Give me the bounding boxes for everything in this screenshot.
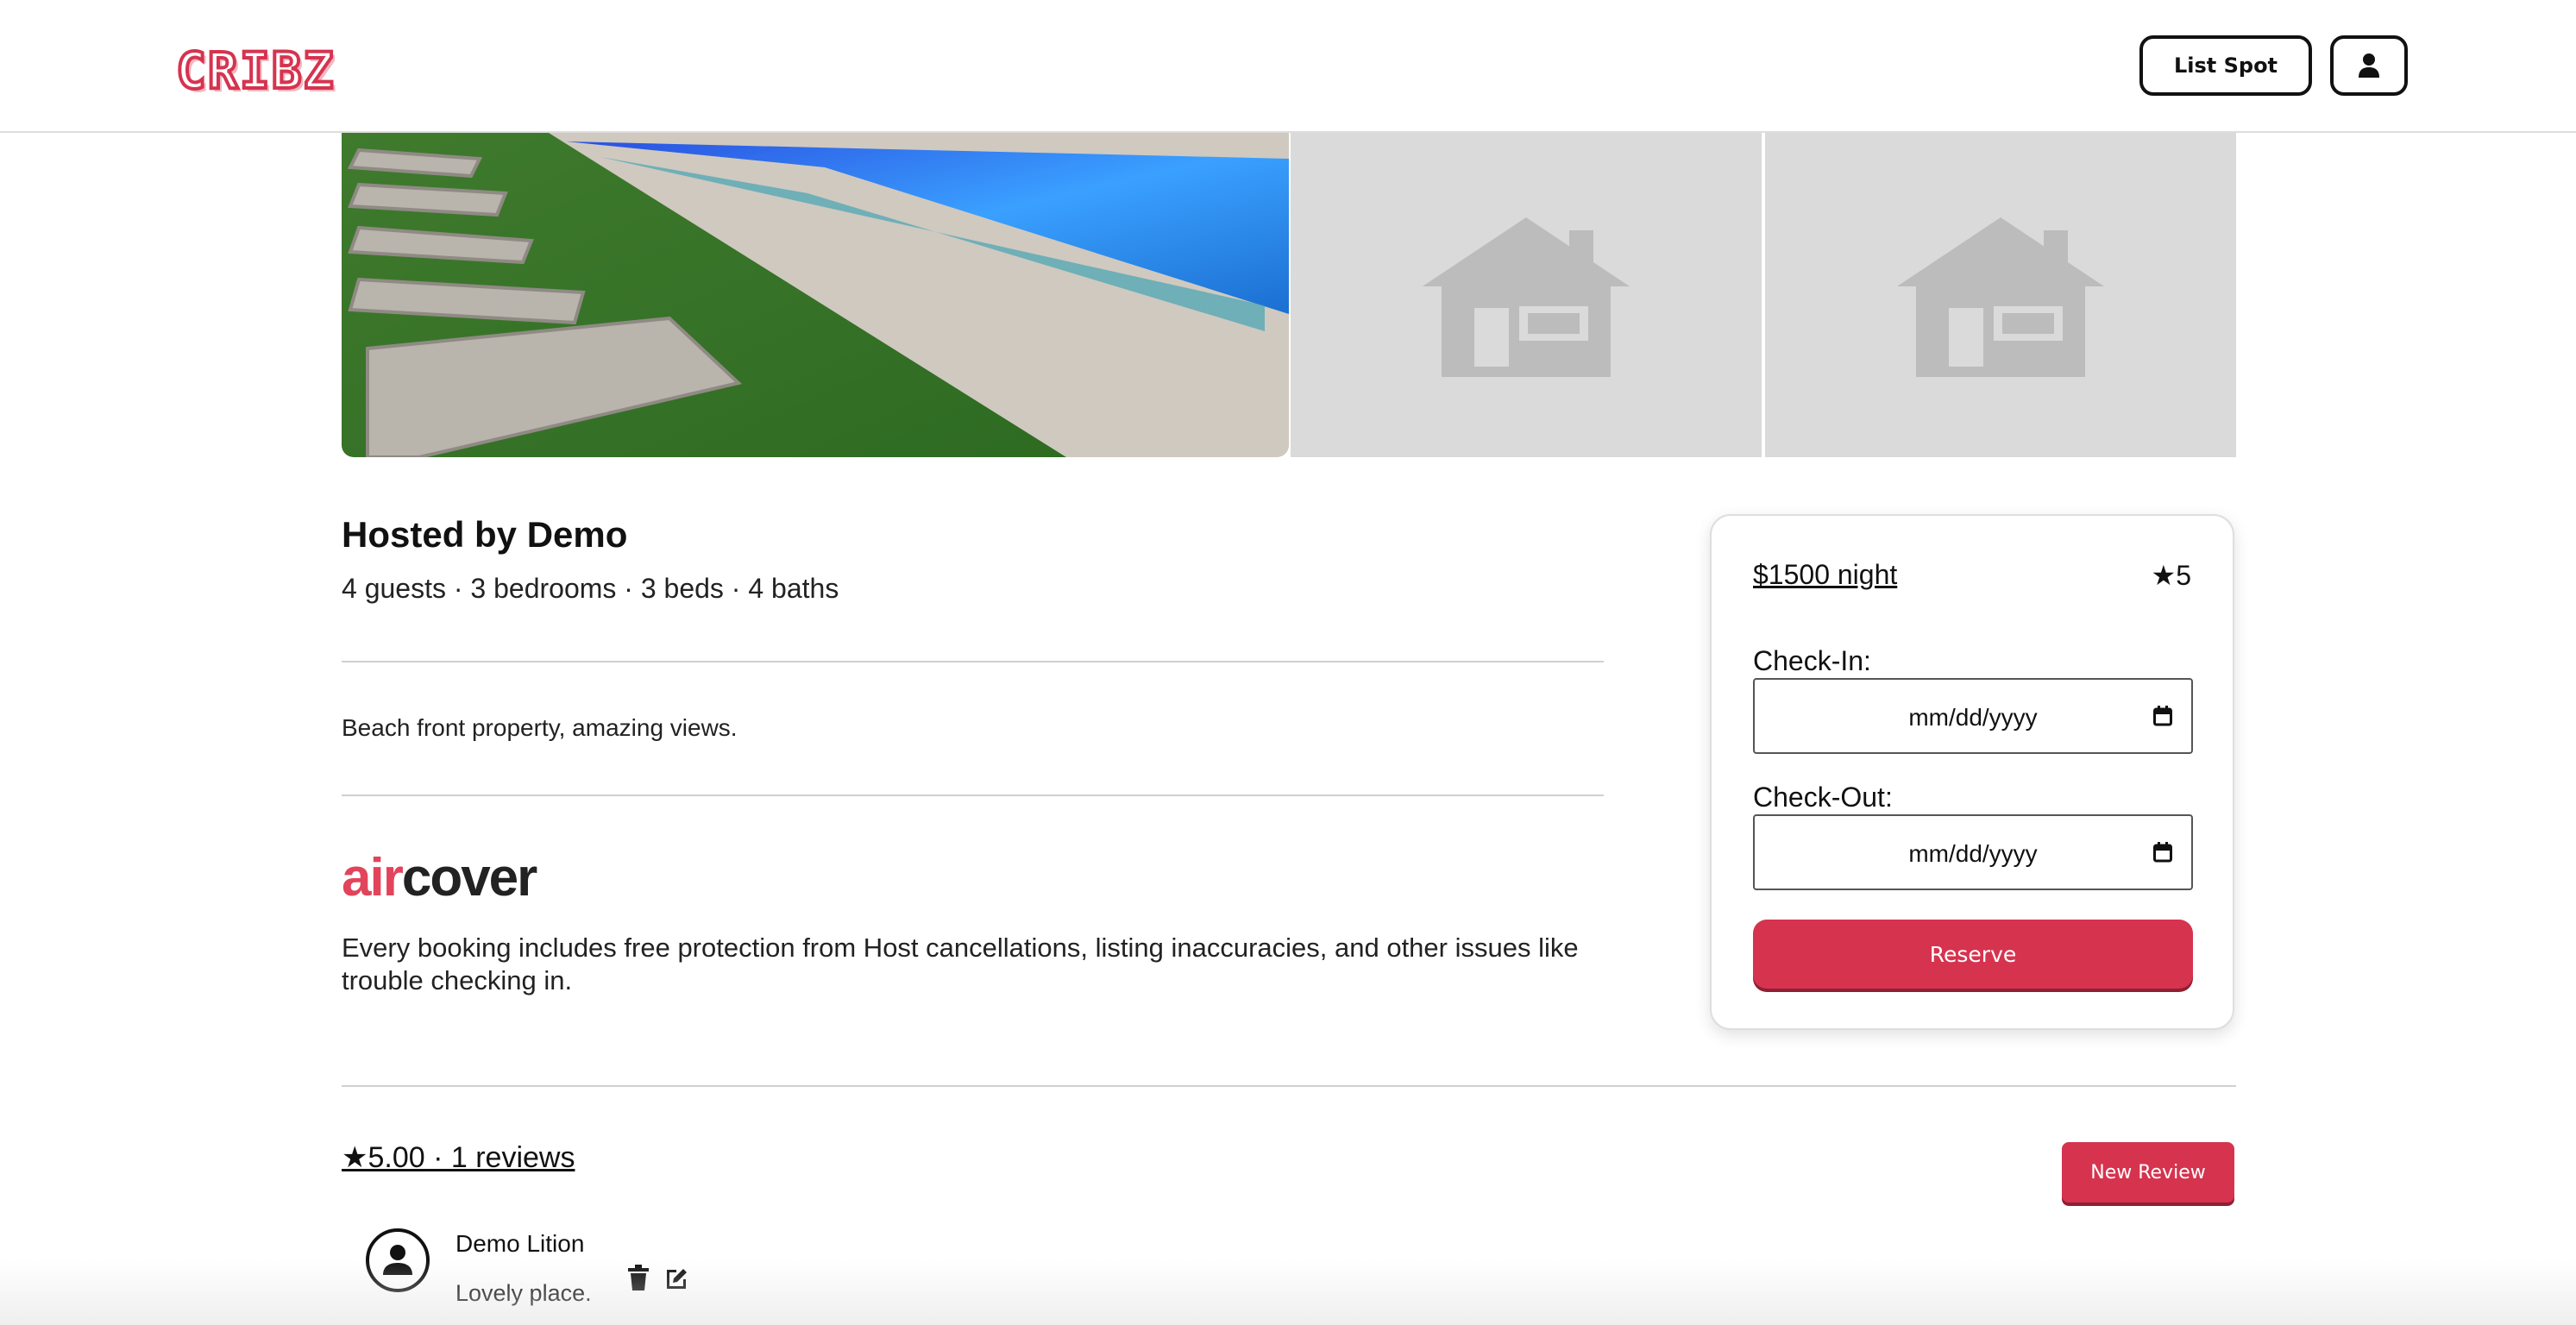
calendar-icon[interactable] bbox=[2153, 842, 2172, 863]
checkout-date-value: mm/dd/yyyy bbox=[1908, 840, 2038, 867]
photo-placeholder[interactable] bbox=[1291, 133, 1762, 457]
reviewer-avatar bbox=[366, 1228, 430, 1292]
aircover-logo-cover: cover bbox=[401, 848, 537, 907]
divider bbox=[342, 1085, 2236, 1087]
user-icon bbox=[2359, 53, 2379, 78]
photo-gallery bbox=[342, 133, 2236, 457]
review-summary-link[interactable]: ★5.00 · 1 reviews bbox=[342, 1140, 575, 1175]
reserve-button[interactable]: Reserve bbox=[1753, 920, 2193, 989]
checkout-date-input[interactable]: mm/dd/yyyy bbox=[1753, 814, 2193, 890]
checkin-date-input[interactable]: mm/dd/yyyy bbox=[1753, 678, 2193, 754]
edit-icon[interactable] bbox=[664, 1265, 688, 1290]
checkin-date-value: mm/dd/yyyy bbox=[1908, 704, 2038, 731]
checkout-label: Check-Out: bbox=[1753, 782, 1893, 813]
user-icon bbox=[383, 1245, 412, 1275]
house-icon bbox=[1897, 217, 2104, 377]
main-listing-photo[interactable] bbox=[342, 133, 1289, 457]
new-review-button[interactable]: New Review bbox=[2062, 1142, 2234, 1203]
booking-card: $1500 night ★5 Check-In: mm/dd/yyyy Chec… bbox=[1710, 514, 2234, 1030]
card-rating: ★5 bbox=[2151, 560, 2191, 591]
review-text: Lovely place. bbox=[456, 1280, 592, 1306]
checkin-label: Check-In: bbox=[1753, 645, 1871, 676]
listing-stats: 4 guests · 3 bedrooms · 3 beds · 4 baths bbox=[342, 573, 839, 604]
house-icon bbox=[1423, 217, 1630, 377]
aircover-description: Every booking includes free protection f… bbox=[342, 933, 1579, 995]
reviewer-name: Demo Lition bbox=[456, 1230, 585, 1257]
list-spot-button[interactable]: List Spot bbox=[2139, 35, 2312, 96]
aircover-logo: aircover bbox=[342, 847, 537, 908]
calendar-icon[interactable] bbox=[2153, 706, 2172, 726]
price-per-night[interactable]: $1500 night bbox=[1753, 559, 1897, 591]
host-title: Hosted by Demo bbox=[342, 514, 628, 555]
photo-placeholder[interactable] bbox=[1765, 133, 2236, 457]
profile-menu-button[interactable] bbox=[2330, 35, 2408, 96]
logo[interactable]: CRIBZ bbox=[174, 40, 336, 102]
divider bbox=[342, 794, 1604, 796]
aircover-logo-air: air bbox=[342, 848, 404, 907]
pool-photo bbox=[342, 133, 1289, 457]
trash-icon[interactable] bbox=[626, 1265, 650, 1290]
listing-description: Beach front property, amazing views. bbox=[342, 714, 738, 741]
divider bbox=[342, 661, 1604, 662]
top-nav-bar: CRIBZ List Spot bbox=[0, 0, 2576, 133]
